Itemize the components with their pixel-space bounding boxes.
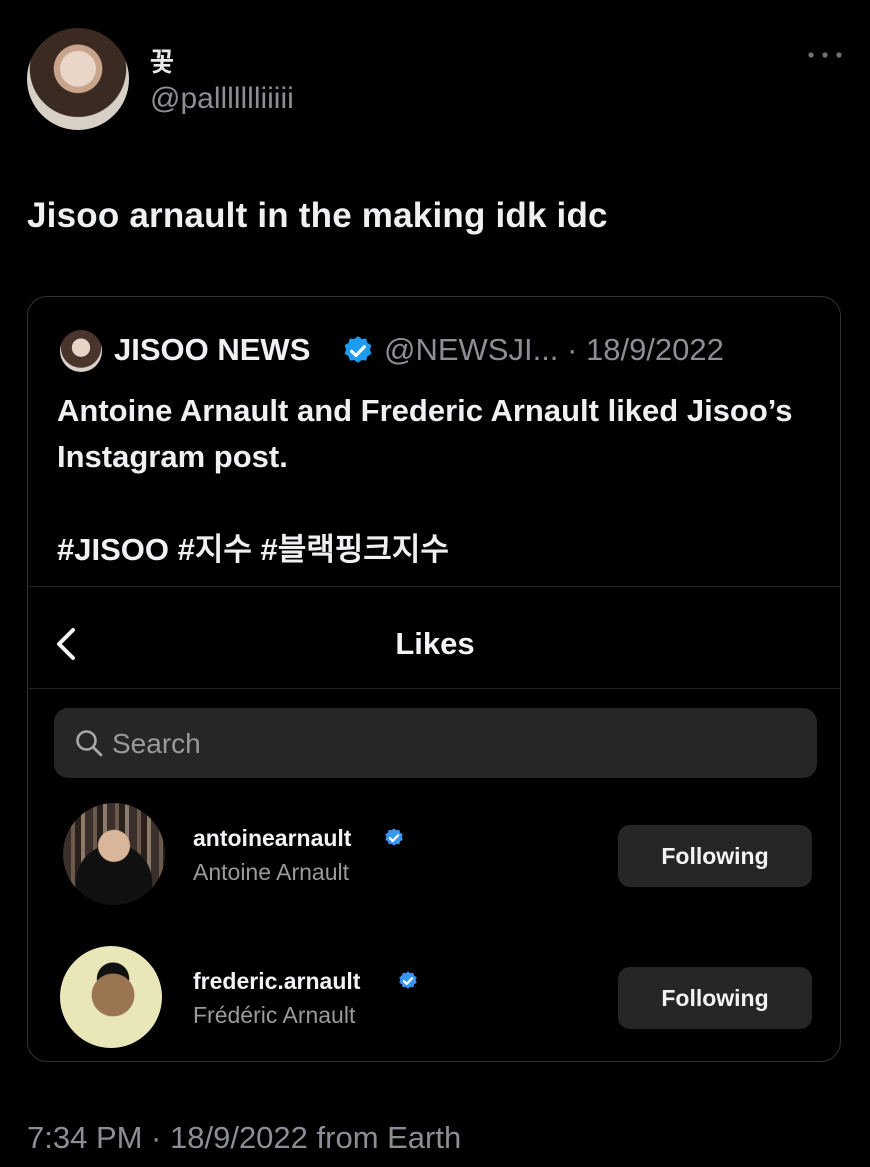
search-input[interactable] — [110, 712, 804, 776]
user-avatar[interactable] — [63, 803, 165, 905]
author-avatar[interactable] — [27, 28, 129, 130]
username[interactable]: frederic.arnault — [193, 968, 360, 995]
quoted-tweet-text: Antoine Arnault and Frederic Arnault lik… — [57, 393, 793, 474]
quoted-author-name: JISOO NEWS — [114, 332, 311, 367]
following-button[interactable]: Following — [618, 967, 812, 1029]
user-full-name: Frédéric Arnault — [193, 1002, 356, 1028]
more-options-icon[interactable] — [806, 48, 844, 62]
quoted-author-avatar — [60, 330, 102, 372]
quoted-handle-date: @NEWSJI... · 18/9/2022 — [384, 332, 724, 367]
tweet-text: Jisoo arnault in the making idk idc — [27, 196, 608, 235]
author-handle[interactable]: @pallllllliiiii — [150, 82, 294, 116]
user-avatar[interactable] — [60, 946, 162, 1048]
likes-title: Likes — [395, 626, 475, 661]
username[interactable]: antoinearnault — [193, 825, 351, 852]
user-full-name: Antoine Arnault — [193, 859, 350, 885]
following-button[interactable]: Following — [618, 825, 812, 887]
verified-badge-icon — [344, 336, 372, 363]
verified-badge-icon — [399, 971, 417, 989]
author-display-name[interactable]: 꽃 — [150, 42, 174, 79]
search-icon — [76, 730, 103, 757]
tweet-timestamp[interactable]: 7:34 PM · 18/9/2022 from Earth — [27, 1120, 461, 1156]
verified-badge-icon — [385, 828, 403, 846]
divider — [29, 688, 840, 689]
divider — [29, 586, 840, 587]
quoted-tweet-hashtags[interactable]: #JISOO #지수 #블랙핑크지수 — [57, 524, 449, 569]
